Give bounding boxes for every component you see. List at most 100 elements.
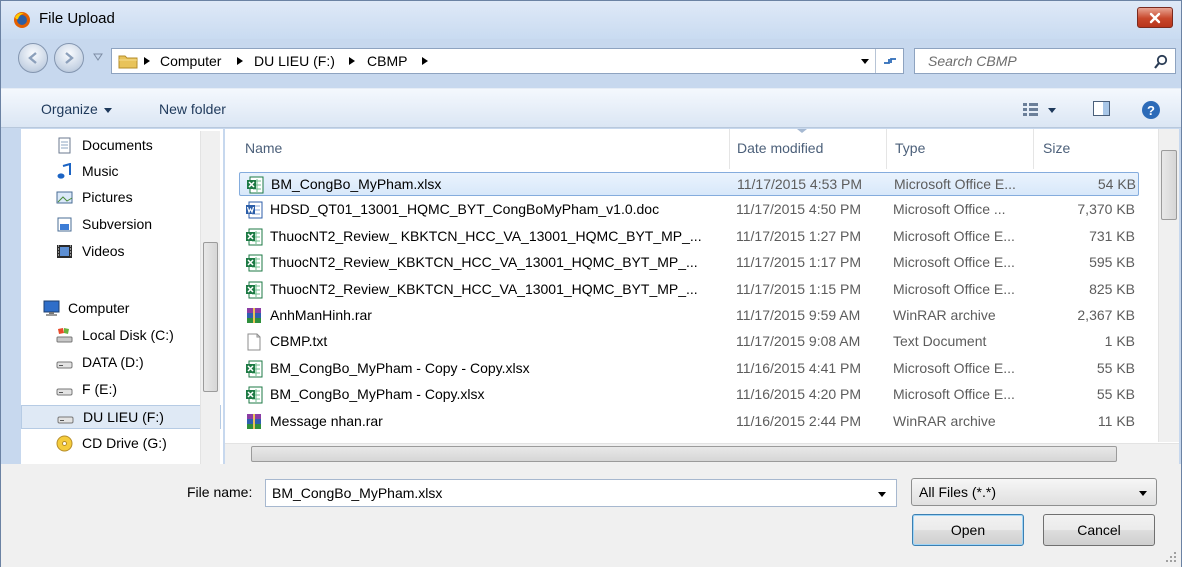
organize-label: Organize <box>41 101 98 117</box>
word-icon <box>245 201 263 219</box>
sidebar-item-label: Computer <box>68 300 130 316</box>
sidebar-item-label: F (E:) <box>82 381 117 397</box>
sidebar-item-du-lieu-f[interactable]: DU LIEU (F:) <box>21 405 221 429</box>
organize-button[interactable]: Organize <box>41 101 112 117</box>
sidebar-item-videos[interactable]: Videos <box>21 240 221 264</box>
breadcrumb-separator[interactable] <box>237 57 243 65</box>
sidebar-item-cd-drive-g[interactable]: CD Drive (G:) <box>21 432 221 456</box>
breadcrumb-computer[interactable]: Computer <box>160 53 221 69</box>
column-header-name[interactable]: Name <box>245 140 282 156</box>
search-input[interactable]: Search CBMP <box>914 48 1176 74</box>
file-list-horizontal-scrollbar[interactable] <box>225 443 1179 464</box>
file-row[interactable]: Message nhan.rar 11/16/2015 2:44 PM WinRAR… <box>239 410 1139 434</box>
column-header-type[interactable]: Type <box>895 140 925 156</box>
file-name-value[interactable]: BM_CongBo_MyPham.xlsx <box>272 485 442 501</box>
breadcrumb-separator[interactable] <box>144 57 150 65</box>
firefox-icon <box>14 12 30 28</box>
recent-pages-icon[interactable] <box>93 53 103 61</box>
breadcrumb-separator[interactable] <box>349 57 355 65</box>
address-history-dropdown[interactable] <box>861 59 869 64</box>
column-header-size[interactable]: Size <box>1043 140 1070 156</box>
column-headers: Name Date modified Type Size <box>225 129 1155 169</box>
sidebar-item-label: DU LIEU (F:) <box>83 409 164 425</box>
change-view-icon[interactable] <box>1021 100 1041 118</box>
open-label: Open <box>950 522 986 538</box>
close-icon <box>1149 12 1161 23</box>
file-row[interactable]: BM_CongBo_MyPham.xlsx 11/17/2015 4:53 PM M… <box>239 172 1139 196</box>
file-size: 11 KB <box>1097 412 1135 429</box>
title-bar[interactable]: File Upload <box>1 1 1181 39</box>
file-list-horizontal-scroll-thumb[interactable] <box>251 446 1117 462</box>
file-type-filter-select[interactable]: All Files (*.*) <box>911 478 1157 506</box>
file-size: 7,370 KB <box>1077 201 1135 218</box>
preview-pane-icon[interactable] <box>1092 100 1112 118</box>
back-arrow-icon <box>28 52 37 64</box>
breadcrumb-du-lieu[interactable]: DU LIEU (F:) <box>254 53 335 69</box>
search-placeholder: Search CBMP <box>928 53 1017 69</box>
sidebar-item-subversion[interactable]: Subversion <box>21 213 221 237</box>
file-row[interactable]: CBMP.txt 11/17/2015 9:08 AM Text Document 1… <box>239 330 1139 354</box>
cancel-button[interactable]: Cancel <box>1043 514 1155 546</box>
file-size: 825 KB <box>1089 280 1135 297</box>
drive-icon <box>57 409 74 426</box>
address-bar[interactable]: Computer DU LIEU (F:) CBMP <box>111 48 904 74</box>
file-name: BM_CongBo_MyPham - Copy.xlsx <box>270 386 485 403</box>
file-name: Message nhan.rar <box>270 412 383 429</box>
file-size: 595 KB <box>1089 254 1135 271</box>
sidebar-item-label: Pictures <box>82 189 133 205</box>
column-divider[interactable] <box>1033 129 1034 169</box>
file-row[interactable]: ThuocNT2_Review_KBKTCN_HCC_VA_13001_HQMC… <box>239 278 1139 302</box>
column-divider[interactable] <box>729 129 730 169</box>
window-title: File Upload <box>39 10 115 27</box>
excel-icon <box>245 254 263 272</box>
file-row[interactable]: BM_CongBo_MyPham - Copy - Copy.xlsx 11/16… <box>239 357 1139 381</box>
column-divider[interactable] <box>886 129 887 169</box>
back-button[interactable] <box>18 43 48 73</box>
winrar-icon <box>245 307 263 325</box>
file-name-dropdown-icon[interactable] <box>878 492 886 497</box>
sidebar-item-label: Videos <box>82 243 125 259</box>
column-header-date[interactable]: Date modified <box>737 140 823 156</box>
file-type: Microsoft Office ... <box>893 201 1006 218</box>
close-button[interactable] <box>1137 7 1173 28</box>
sidebar-item-music[interactable]: Music <box>21 160 221 184</box>
file-row[interactable]: HDSD_QT01_13001_HQMC_BYT_CongBoMyPham_v1… <box>239 198 1139 222</box>
music-icon <box>56 162 73 180</box>
file-size: 1 KB <box>1104 333 1135 350</box>
forward-button[interactable] <box>54 43 84 73</box>
refresh-button[interactable] <box>875 49 903 73</box>
breadcrumb-separator[interactable] <box>422 57 428 65</box>
new-folder-button[interactable]: New folder <box>159 101 226 117</box>
file-row[interactable]: ThuocNT2_Review_ KBKTCN_HCC_VA_13001_HQM… <box>239 225 1139 249</box>
help-icon[interactable]: ? <box>1141 100 1161 120</box>
sidebar-item-documents[interactable]: Documents <box>21 134 221 158</box>
file-date-modified: 11/17/2015 1:27 PM <box>736 227 862 244</box>
file-row[interactable]: ThuocNT2_Review_KBKTCN_HCC_VA_13001_HQMC… <box>239 251 1139 275</box>
view-options-chevron-icon[interactable] <box>1048 108 1056 113</box>
search-icon[interactable] <box>1153 54 1169 70</box>
sidebar-item-local-disk-c[interactable]: Local Disk (C:) <box>21 324 221 348</box>
file-size: 54 KB <box>1097 176 1136 192</box>
file-list-vertical-scrollbar[interactable] <box>1158 129 1179 442</box>
navigation-scroll-thumb[interactable] <box>203 242 218 392</box>
file-list-vertical-scroll-thumb[interactable] <box>1161 150 1177 220</box>
drive-icon <box>56 354 73 371</box>
breadcrumb-cbmp[interactable]: CBMP <box>367 53 407 69</box>
sidebar-item-data-d[interactable]: DATA (D:) <box>21 351 221 375</box>
sidebar-item-label: Subversion <box>82 216 153 232</box>
file-name-field[interactable]: BM_CongBo_MyPham.xlsx <box>265 479 897 507</box>
file-type-filter-value: All Files (*.*) <box>919 484 997 500</box>
sidebar-item-pictures[interactable]: Pictures <box>21 186 221 210</box>
resize-grip-icon[interactable] <box>1165 551 1177 563</box>
file-date-modified: 11/17/2015 9:08 AM <box>736 333 861 350</box>
sort-indicator-icon <box>797 129 807 133</box>
file-row[interactable]: AnhManHinh.rar 11/17/2015 9:59 AM WinRAR a… <box>239 304 1139 328</box>
file-size: 2,367 KB <box>1077 307 1135 323</box>
chevron-down-icon <box>103 107 112 113</box>
sidebar-item-computer[interactable]: Computer <box>21 297 221 321</box>
file-row[interactable]: BM_CongBo_MyPham - Copy.xlsx 11/16/2015 4… <box>239 383 1139 407</box>
sidebar-item-f-e[interactable]: F (E:) <box>21 378 221 402</box>
file-name: ThuocNT2_Review_KBKTCN_HCC_VA_13001_HQMC… <box>270 280 698 297</box>
navigation-scrollbar[interactable] <box>200 131 220 464</box>
open-button[interactable]: Open <box>912 514 1024 546</box>
